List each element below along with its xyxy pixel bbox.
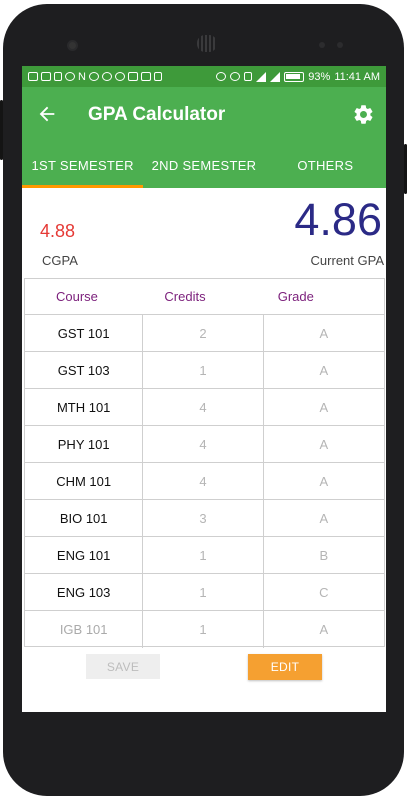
table-row: ENG 101 1 B	[25, 537, 384, 574]
table-row: BIO 101 3 A	[25, 500, 384, 537]
tab-2nd-semester[interactable]: 2ND SEMESTER	[143, 143, 264, 188]
clock-time: 11:41 AM	[334, 70, 380, 83]
page-title: GPA Calculator	[88, 104, 226, 125]
cgpa-label: CGPA	[42, 253, 78, 268]
current-gpa-label: Current GPA	[310, 253, 384, 268]
app-screen: N 93% 11:41 AM GPA Calculator 1ST SEMEST…	[22, 66, 386, 712]
course-cell[interactable]: CHM 101	[25, 463, 144, 499]
arrow-back-icon[interactable]	[36, 103, 58, 125]
credits-cell[interactable]: 4	[143, 426, 264, 462]
course-cell[interactable]: GST 103	[25, 352, 144, 388]
grade-cell[interactable]: C	[264, 574, 384, 610]
credits-cell[interactable]: 4	[143, 389, 264, 425]
sim-icon	[54, 72, 62, 81]
table-header: Course Credits Grade	[25, 279, 384, 315]
credits-cell[interactable]: 1	[143, 574, 264, 610]
broadcast-icon	[127, 72, 138, 81]
table-row: ENG 103 1 C	[25, 574, 384, 611]
volume-button	[0, 100, 3, 160]
course-cell[interactable]: GST 101	[25, 315, 144, 351]
table-row: PHY 101 4 A	[25, 426, 384, 463]
grade-cell[interactable]: A	[264, 500, 384, 536]
credits-cell[interactable]: 1	[143, 537, 264, 573]
credits-cell[interactable]: 1	[143, 352, 264, 388]
table-row: CHM 101 4 A	[25, 463, 384, 500]
image-icon	[140, 72, 151, 81]
grade-cell[interactable]: B	[264, 537, 384, 573]
table-row: GST 101 2 A	[25, 315, 384, 352]
course-cell[interactable]: MTH 101	[25, 389, 144, 425]
system-icons: 93% 11:41 AM	[216, 71, 380, 83]
proximity-sensor	[319, 42, 325, 48]
credits-header: Credits	[164, 289, 206, 304]
chat-icon	[114, 72, 125, 81]
semester-tabs: 1ST SEMESTER 2ND SEMESTER OTHERS	[22, 143, 386, 188]
message-icon	[41, 72, 51, 81]
course-cell[interactable]: PHY 101	[25, 426, 144, 462]
alarm-icon	[65, 72, 75, 81]
signal-icon-2	[270, 71, 281, 82]
grade-cell[interactable]: A	[264, 611, 384, 648]
tab-label: 1ST SEMESTER	[31, 158, 134, 173]
gear-icon[interactable]	[352, 103, 375, 126]
table-row: GST 103 1 A	[25, 352, 384, 389]
power-button	[404, 144, 407, 194]
credits-cell[interactable]: 2	[143, 315, 264, 351]
hotspot-icon	[216, 72, 227, 81]
grade-cell[interactable]: A	[264, 389, 384, 425]
status-bar: N 93% 11:41 AM	[22, 66, 386, 87]
course-table: Course Credits Grade GST 101 2 A GST 103…	[24, 278, 385, 648]
grade-header: Grade	[277, 289, 314, 304]
course-cell[interactable]: IGB 101	[25, 611, 144, 648]
cgpa-value: 4.88	[40, 221, 76, 241]
battery-icon	[284, 71, 305, 82]
grade-cell[interactable]: A	[264, 463, 384, 499]
whatsapp-icon	[101, 72, 112, 81]
alarm-clock-icon	[230, 72, 241, 81]
email-icon	[28, 72, 38, 81]
vibrate-icon	[244, 72, 253, 81]
battery-percent: 93%	[308, 70, 331, 83]
course-cell[interactable]: ENG 103	[25, 574, 144, 610]
credits-cell[interactable]: 1	[143, 611, 264, 648]
front-camera	[67, 40, 78, 51]
edit-button[interactable]: EDIT	[248, 654, 322, 680]
grade-cell[interactable]: A	[264, 352, 384, 388]
clock-icon	[88, 72, 99, 81]
current-gpa-value: 4.86	[294, 194, 382, 245]
notification-icons: N	[28, 71, 162, 83]
tab-label: 2ND SEMESTER	[151, 158, 257, 173]
notification-letter: N	[78, 70, 86, 83]
tab-1st-semester[interactable]: 1ST SEMESTER	[22, 143, 144, 188]
save-button[interactable]: SAVE	[86, 654, 160, 679]
tab-label: OTHERS	[297, 158, 354, 173]
light-sensor	[337, 42, 343, 48]
table-row: IGB 101 1 A	[25, 611, 384, 648]
earpiece-speaker	[197, 35, 217, 52]
tab-others[interactable]: OTHERS	[265, 143, 386, 188]
grade-cell[interactable]: A	[264, 315, 384, 351]
course-header: Course	[56, 289, 98, 304]
play-store-icon	[153, 72, 162, 81]
table-row: MTH 101 4 A	[25, 389, 384, 426]
credits-cell[interactable]: 4	[143, 463, 264, 499]
app-bar: GPA Calculator	[22, 87, 386, 143]
signal-icon	[256, 71, 267, 82]
credits-cell[interactable]: 3	[143, 500, 264, 536]
course-cell[interactable]: ENG 101	[25, 537, 144, 573]
course-cell[interactable]: BIO 101	[25, 500, 144, 536]
grade-cell[interactable]: A	[264, 426, 384, 462]
